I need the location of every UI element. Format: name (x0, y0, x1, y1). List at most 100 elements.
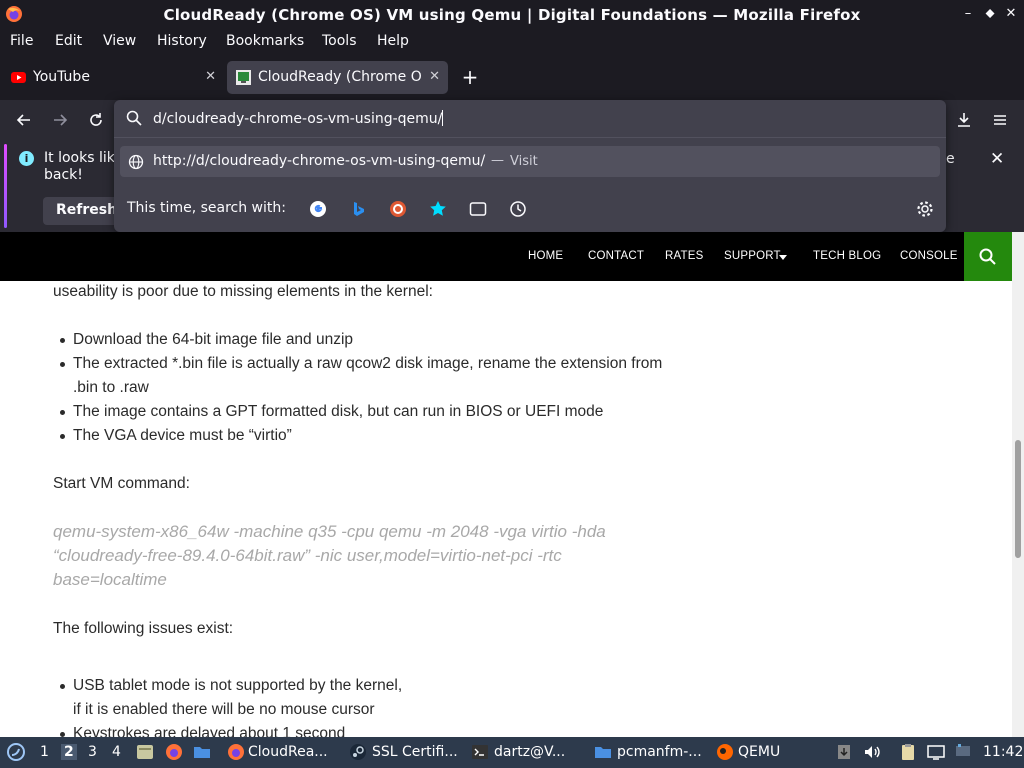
menu-tools[interactable]: Tools (322, 33, 357, 49)
close-window-button[interactable]: ✕ (1001, 4, 1021, 24)
workspace-4[interactable]: 4 (112, 744, 121, 760)
task-terminal[interactable]: dartz@V... (494, 744, 565, 760)
tabs-icon[interactable] (469, 200, 487, 218)
scrollbar-thumb[interactable] (1015, 440, 1021, 558)
folder-launcher-icon[interactable] (192, 742, 212, 762)
arrow-right-icon (54, 114, 68, 126)
command-line: base=localtime (53, 570, 167, 589)
menu-file[interactable]: File (10, 33, 33, 49)
maximize-button[interactable]: ⬥ (980, 4, 1000, 24)
site-favicon-icon (236, 70, 251, 85)
site-navigation: HOME CONTACT RATES SUPPORT TECH BLOG CON… (0, 232, 1012, 281)
list-item: The VGA device must be “virtio” (73, 427, 292, 444)
search-icon (126, 110, 142, 126)
tab-label: YouTube (33, 69, 90, 85)
network-icon[interactable] (953, 742, 973, 762)
search-icon (979, 248, 996, 265)
workspace-2[interactable]: 2 (61, 744, 77, 760)
folder-task-icon (595, 747, 611, 758)
back-button[interactable] (12, 108, 36, 132)
list-item: Keystrokes are delayed about 1 second (73, 725, 346, 737)
tab-youtube[interactable]: YouTube ✕ (2, 61, 224, 94)
list-bullet (60, 434, 65, 439)
search-with-label: This time, search with: (127, 200, 286, 216)
duckduckgo-icon[interactable] (389, 200, 407, 218)
menu-view[interactable]: View (103, 33, 136, 49)
list-item-continued: if it is enabled there will be no mouse … (73, 701, 375, 718)
reload-button[interactable] (84, 108, 108, 132)
chevron-down-icon (779, 255, 787, 260)
intro-text: useability is poor due to missing elemen… (53, 283, 433, 300)
issues-label: The following issues exist: (53, 620, 234, 637)
list-bullet (60, 338, 65, 343)
task-qemu[interactable]: QEMU (738, 744, 780, 760)
clock: 11:42 (983, 744, 1024, 760)
gear-icon[interactable] (916, 200, 934, 218)
arrow-left-icon (16, 114, 30, 126)
task-pcmanfm[interactable]: pcmanfm-... (617, 744, 702, 760)
start-menu-icon[interactable] (6, 742, 26, 762)
menu-bookmarks[interactable]: Bookmarks (226, 33, 304, 49)
notification-message: It looks like back! (44, 150, 123, 183)
list-bullet (60, 362, 65, 367)
close-notification-icon[interactable]: ✕ (990, 149, 1004, 169)
nav-console[interactable]: CONSOLE (900, 250, 958, 262)
menu-edit[interactable]: Edit (55, 33, 82, 49)
tab-label: CloudReady (Chrome OS (258, 69, 422, 85)
refresh-button[interactable]: Refresh (43, 197, 123, 225)
url-input[interactable]: d/cloudready-chrome-os-vm-using-qemu/ (114, 100, 946, 138)
nav-tech-blog[interactable]: TECH BLOG (813, 250, 881, 262)
forward-button[interactable] (48, 108, 72, 132)
url-suggestion[interactable]: http://d/cloudready-chrome-os-vm-using-q… (120, 146, 940, 177)
file-manager-launcher-icon[interactable] (135, 742, 155, 762)
site-search-button[interactable] (964, 232, 1012, 281)
nav-contact[interactable]: CONTACT (588, 250, 644, 262)
reload-icon (90, 113, 102, 126)
hamburger-menu-icon (994, 115, 1006, 125)
download-icon (958, 113, 970, 127)
tray-updates-icon[interactable] (834, 742, 854, 762)
bookmarks-star-icon[interactable] (429, 200, 447, 218)
tab-cloudready[interactable]: CloudReady (Chrome OS ✕ (227, 61, 448, 94)
youtube-icon (11, 72, 26, 83)
system-taskbar: 1 2 3 4 CloudRea... SSL Certifi... dartz… (0, 737, 1024, 768)
app-menu-button[interactable] (988, 108, 1012, 132)
command-line: qemu-system-x86_64w -machine q35 -cpu qe… (53, 522, 606, 541)
new-tab-button[interactable]: + (459, 66, 481, 88)
nav-rates[interactable]: RATES (665, 250, 704, 262)
bing-icon[interactable] (349, 200, 367, 218)
list-bullet (60, 684, 65, 689)
downloads-button[interactable] (952, 108, 976, 132)
menu-help[interactable]: Help (377, 33, 409, 49)
article-content: useability is poor due to missing elemen… (0, 281, 1012, 737)
globe-icon (128, 154, 144, 170)
google-icon[interactable] (309, 200, 327, 218)
nav-support[interactable]: SUPPORT (724, 250, 781, 262)
start-vm-label: Start VM command: (53, 475, 190, 492)
list-item: Download the 64-bit image file and unzip (73, 331, 354, 348)
task-ssl[interactable]: SSL Certifi... (372, 744, 458, 760)
window-title: CloudReady (Chrome OS) VM using Qemu | D… (163, 6, 861, 24)
volume-icon[interactable] (862, 742, 882, 762)
tab-close-icon[interactable]: ✕ (429, 69, 440, 84)
task-cloudready[interactable]: CloudRea... (248, 744, 328, 760)
history-clock-icon[interactable] (509, 200, 527, 218)
notification-trailing-text: e (946, 151, 955, 167)
suggestion-separator: — (491, 153, 504, 168)
terminal-task-icon (472, 745, 488, 759)
workspace-1[interactable]: 1 (40, 744, 49, 760)
list-item-continued: .bin to .raw (73, 379, 149, 396)
workspace-3[interactable]: 3 (88, 744, 97, 760)
list-item: USB tablet mode is not supported by the … (73, 677, 403, 694)
tab-strip: YouTube ✕ CloudReady (Chrome OS ✕ + (0, 54, 1024, 100)
suggestion-action: Visit (510, 154, 538, 169)
nav-home[interactable]: HOME (528, 250, 563, 262)
tab-close-icon[interactable]: ✕ (205, 69, 216, 84)
minimize-button[interactable]: – (958, 4, 978, 24)
qemu-task-icon (717, 744, 733, 760)
firefox-launcher-icon[interactable] (164, 742, 184, 762)
menu-history[interactable]: History (157, 33, 207, 49)
display-icon[interactable] (926, 742, 946, 762)
clipboard-icon[interactable] (898, 742, 918, 762)
notification-accent-stripe (4, 144, 7, 228)
